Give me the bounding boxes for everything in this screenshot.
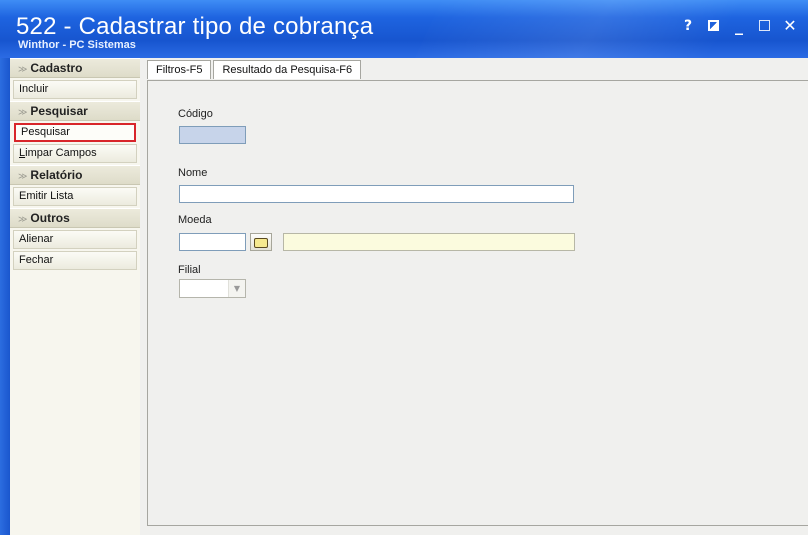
sidebar-section-pesquisar[interactable]: ≫ Pesquisar xyxy=(10,101,140,121)
moeda-code-input[interactable] xyxy=(179,233,246,251)
window-left-border xyxy=(0,58,10,535)
filial-select[interactable]: ▼ xyxy=(179,279,246,298)
section-title: Relatório xyxy=(30,168,83,182)
chevron-icon: ≫ xyxy=(18,171,28,181)
section-title: Outros xyxy=(30,211,70,225)
chevron-icon: ≫ xyxy=(18,214,28,224)
codigo-label: Código xyxy=(178,108,213,120)
filial-label: Filial xyxy=(178,264,201,276)
restore-icon[interactable] xyxy=(708,20,719,31)
sidebar-item-emitir-lista[interactable]: Emitir Lista xyxy=(13,187,137,206)
moeda-description-field xyxy=(283,233,575,251)
moeda-label: Moeda xyxy=(178,214,212,226)
nome-input[interactable] xyxy=(179,185,574,203)
maximize-icon[interactable] xyxy=(759,20,770,31)
help-icon[interactable]: ? xyxy=(680,18,696,34)
title-bar[interactable]: 522 - Cadastrar tipo de cobrança Winthor… xyxy=(0,0,808,58)
window-subtitle: Winthor - PC Sistemas xyxy=(18,39,136,51)
chevron-icon: ≫ xyxy=(18,64,28,74)
dropdown-arrow-icon: ▼ xyxy=(228,280,245,297)
close-icon[interactable]: ✕ xyxy=(782,16,798,35)
section-title: Cadastro xyxy=(30,61,83,75)
codigo-input[interactable] xyxy=(179,126,246,144)
minimize-icon[interactable]: _ xyxy=(731,17,747,33)
section-title: Pesquisar xyxy=(30,104,88,118)
filter-panel: Código Nome Moeda Filial ▼ xyxy=(147,80,808,526)
window-title: 522 - Cadastrar tipo de cobrança xyxy=(16,13,374,40)
sidebar-section-outros[interactable]: ≫ Outros xyxy=(10,208,140,228)
sidebar-section-cadastro[interactable]: ≫ Cadastro xyxy=(10,58,140,78)
chevron-icon: ≫ xyxy=(18,107,28,117)
tab-resultado-pesquisa[interactable]: Resultado da Pesquisa-F6 xyxy=(213,60,362,79)
tab-bar: Filtros-F5 Resultado da Pesquisa-F6 xyxy=(147,60,363,80)
window-controls: ? _ ✕ xyxy=(680,16,798,35)
tab-filtros[interactable]: Filtros-F5 xyxy=(147,60,212,79)
app-window: 522 - Cadastrar tipo de cobrança Winthor… xyxy=(0,0,808,535)
sidebar-section-relatorio[interactable]: ≫ Relatório xyxy=(10,165,140,185)
sidebar-item-limpar-campos[interactable]: Limpar Campos xyxy=(13,144,137,163)
sidebar-item-incluir[interactable]: Incluir xyxy=(13,80,137,99)
lookup-hand-icon xyxy=(254,238,268,248)
sidebar: ≫ Cadastro Incluir ≫ Pesquisar Pesquisar L… xyxy=(10,58,140,535)
sidebar-item-alienar[interactable]: Alienar xyxy=(13,230,137,249)
moeda-lookup-button[interactable] xyxy=(250,233,272,251)
sidebar-item-pesquisar[interactable]: Pesquisar xyxy=(14,123,136,142)
nome-label: Nome xyxy=(178,167,208,179)
sidebar-item-fechar[interactable]: Fechar xyxy=(13,251,137,270)
